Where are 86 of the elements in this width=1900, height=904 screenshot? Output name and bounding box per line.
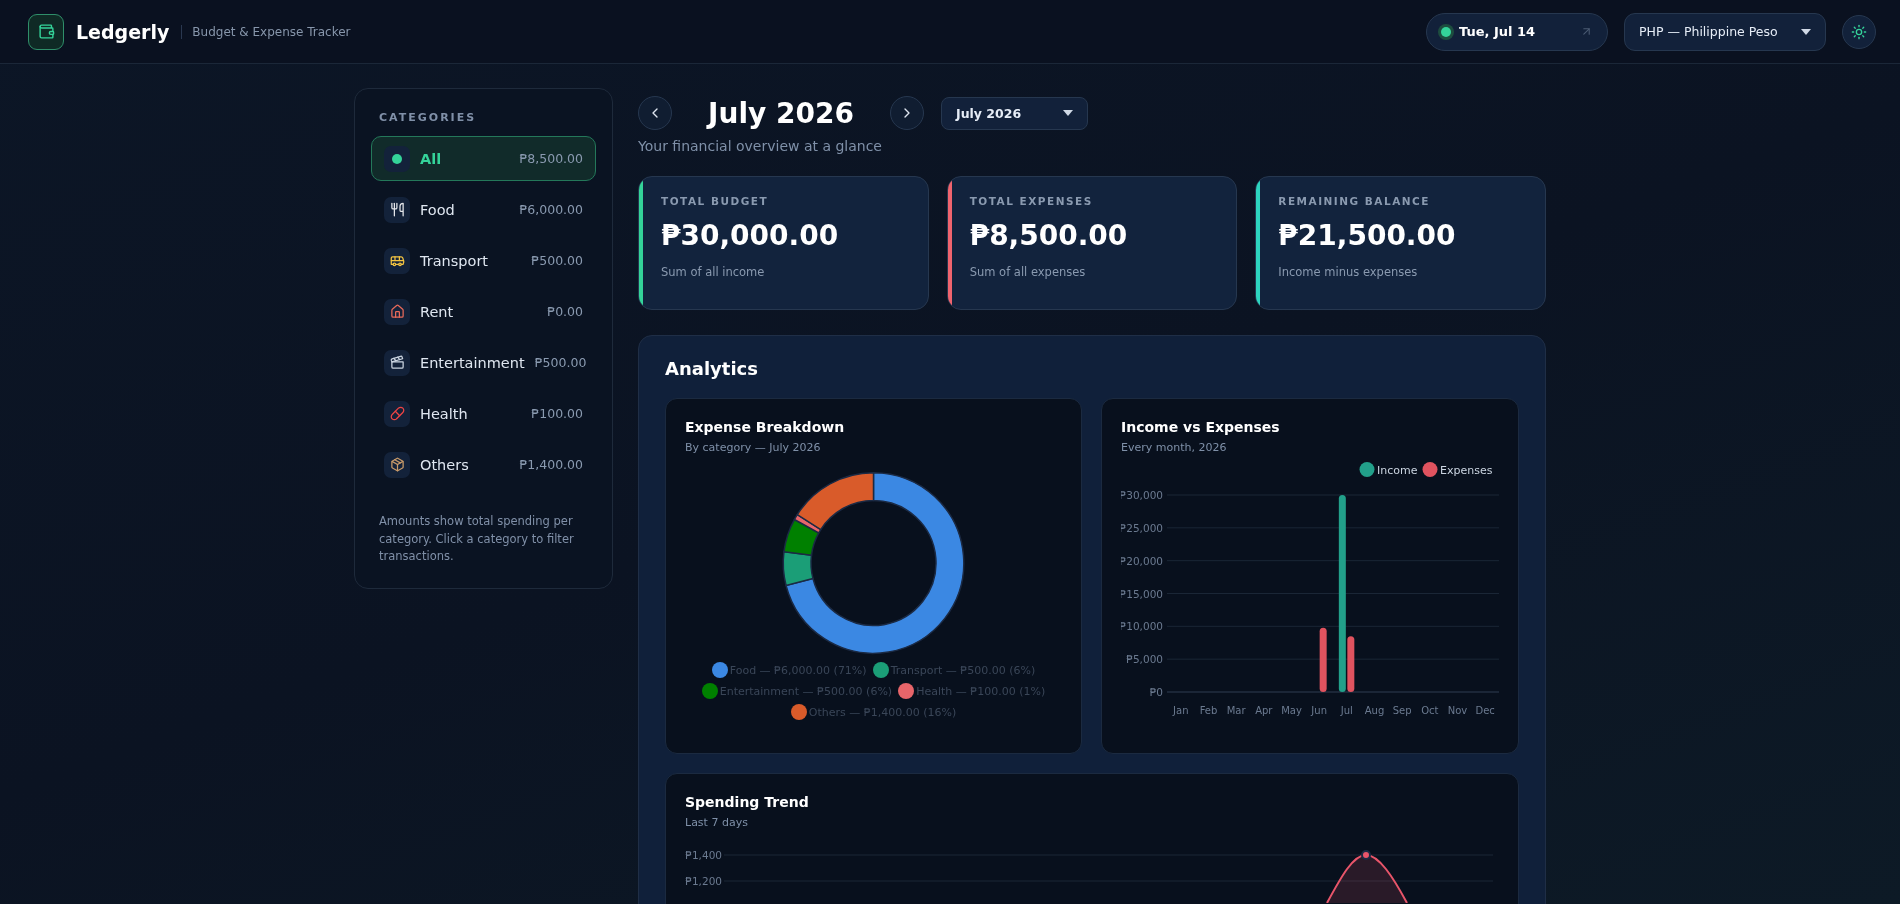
chart-title: Spending Trend bbox=[685, 794, 810, 810]
axis-month-label: Feb bbox=[1199, 705, 1218, 716]
previous-month-button[interactable] bbox=[638, 96, 672, 130]
legend-label: Food — ₱6,000.00 (71%) bbox=[729, 663, 867, 677]
pill-icon bbox=[384, 400, 410, 427]
app-tagline: Budget & Expense Tracker bbox=[181, 24, 351, 39]
app-name: Ledgerly bbox=[76, 20, 170, 43]
category-amount: ₱1,400.00 bbox=[519, 457, 583, 472]
category-label: Entertainment bbox=[420, 354, 525, 371]
category-amount: ₱0.00 bbox=[547, 304, 583, 319]
category-label: Health bbox=[420, 405, 469, 422]
stat-caption: Income minus expenses bbox=[1278, 265, 1419, 279]
category-label: Rent bbox=[420, 303, 455, 320]
category-amount: ₱8,500.00 bbox=[519, 151, 583, 166]
status-dot-icon bbox=[1441, 26, 1451, 37]
category-amount: ₱500.00 bbox=[534, 355, 587, 370]
category-item[interactable]: Transport ₱500.00 bbox=[371, 238, 596, 283]
clapperboard-icon bbox=[384, 349, 410, 376]
stat-caption: Sum of all income bbox=[661, 265, 766, 279]
axis-month-label: Mar bbox=[1226, 705, 1246, 716]
category-item[interactable]: Food ₱6,000.00 bbox=[371, 187, 596, 232]
bus-icon bbox=[384, 247, 410, 274]
legend-label: Expenses bbox=[1440, 463, 1493, 477]
arrow-up-right-icon bbox=[1580, 25, 1593, 38]
caret-icon bbox=[1063, 110, 1073, 116]
axis-tick-label: ₱1,400 bbox=[685, 849, 722, 861]
axis-month-label: Sep bbox=[1392, 705, 1412, 716]
category-label: Others bbox=[420, 456, 470, 473]
package-icon bbox=[384, 451, 410, 478]
stat-caption: Sum of all expenses bbox=[969, 265, 1087, 279]
axis-month-label: Oct bbox=[1421, 705, 1439, 716]
category-item[interactable]: Others ₱1,400.00 bbox=[371, 442, 596, 487]
axis-month-label: Jan bbox=[1173, 705, 1189, 716]
legend-label: Health — ₱100.00 (1%) bbox=[916, 684, 1046, 698]
stat-value: ₱30,000.00 bbox=[661, 219, 839, 252]
axis-tick-label: ₱1,200 bbox=[685, 875, 722, 887]
legend-label: Others — ₱1,400.00 (16%) bbox=[808, 705, 957, 719]
currency-select[interactable]: PHP — Philippine Peso bbox=[1624, 12, 1826, 51]
chart-title: Income vs Expenses bbox=[1121, 419, 1281, 435]
stat-label: REMAINING BALANCE bbox=[1278, 195, 1431, 207]
category-label: Food bbox=[420, 201, 456, 218]
category-amount: ₱500.00 bbox=[531, 253, 583, 268]
house-icon bbox=[384, 298, 410, 325]
caret-icon bbox=[1801, 28, 1811, 35]
axis-month-label: Apr bbox=[1255, 705, 1273, 716]
chart-title: Expense Breakdown bbox=[685, 419, 846, 435]
axis-tick-label: ₱5,000 bbox=[1126, 653, 1163, 666]
analytics-title: Analytics bbox=[665, 358, 759, 379]
date-pill[interactable]: Tue, Jul 14 bbox=[1426, 12, 1608, 51]
category-item[interactable]: Health ₱100.00 bbox=[371, 391, 596, 436]
sun-icon bbox=[1851, 23, 1867, 40]
chart-subtitle: By category — July 2026 bbox=[685, 441, 822, 454]
month-select[interactable]: July 2026 bbox=[941, 96, 1088, 130]
category-item[interactable]: Rent ₱0.00 bbox=[371, 289, 596, 334]
axis-month-label: Nov bbox=[1447, 705, 1468, 716]
period-subtitle: Your financial overview at a glance bbox=[638, 138, 883, 154]
stat-label: TOTAL EXPENSES bbox=[969, 195, 1094, 207]
chart-subtitle: Every month, 2026 bbox=[1121, 441, 1228, 454]
next-month-button[interactable] bbox=[890, 96, 924, 130]
chart-subtitle: Last 7 days bbox=[685, 816, 749, 829]
category-label: Transport bbox=[420, 252, 490, 269]
axis-month-label: Dec bbox=[1475, 705, 1495, 716]
axis-month-label: May bbox=[1281, 705, 1302, 716]
axis-month-label: Jul bbox=[1340, 705, 1353, 716]
legend-label: Entertainment — ₱500.00 (6%) bbox=[719, 684, 893, 698]
axis-month-label: Aug bbox=[1364, 705, 1385, 716]
stat-value: ₱21,500.00 bbox=[1278, 219, 1456, 252]
dot-tile bbox=[384, 145, 410, 172]
categories-note: Amounts show total spending per category. Click a category to filter transactions. bbox=[379, 513, 575, 565]
utensils-icon bbox=[384, 196, 410, 223]
theme-toggle-button[interactable] bbox=[1842, 14, 1876, 49]
bar bbox=[1319, 627, 1327, 692]
category-amount: ₱6,000.00 bbox=[519, 202, 583, 217]
category-item[interactable]: Entertainment ₱500.00 bbox=[371, 340, 596, 385]
stat-label: TOTAL BUDGET bbox=[661, 195, 770, 207]
legend-label: Transport — ₱500.00 (6%) bbox=[890, 663, 1036, 677]
period-title: July 2026 bbox=[705, 96, 855, 130]
category-item[interactable]: All ₱8,500.00 bbox=[371, 136, 596, 181]
legend-label: Income bbox=[1377, 463, 1418, 477]
axis-month-label: Jun bbox=[1311, 705, 1327, 716]
wallet-logo-icon bbox=[28, 13, 64, 50]
category-label: All bbox=[420, 150, 443, 167]
categories-title: CATEGORIES bbox=[378, 111, 478, 124]
category-amount: ₱100.00 bbox=[531, 406, 583, 421]
axis-tick-label: ₱0 bbox=[1149, 686, 1163, 698]
stat-value: ₱8,500.00 bbox=[969, 219, 1128, 252]
